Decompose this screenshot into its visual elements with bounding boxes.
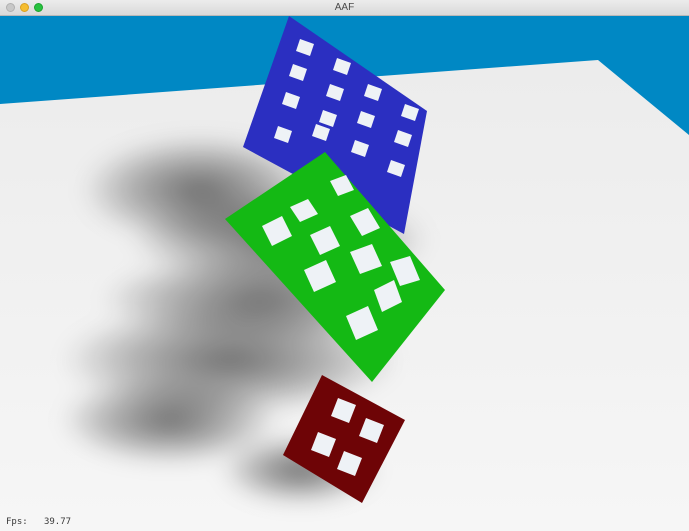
render-viewport[interactable]: Fps: 39.77 — [0, 16, 689, 531]
fps-value: 39.77 — [43, 517, 72, 527]
app-window: AAF Fps: 39.77 — [0, 0, 689, 531]
window-title: AAF — [334, 2, 355, 13]
scene-canvas — [0, 16, 689, 531]
fps-counter: Fps: 39.77 — [6, 517, 71, 527]
title-bar[interactable]: AAF — [0, 0, 689, 16]
fps-label: Fps: — [6, 517, 28, 527]
